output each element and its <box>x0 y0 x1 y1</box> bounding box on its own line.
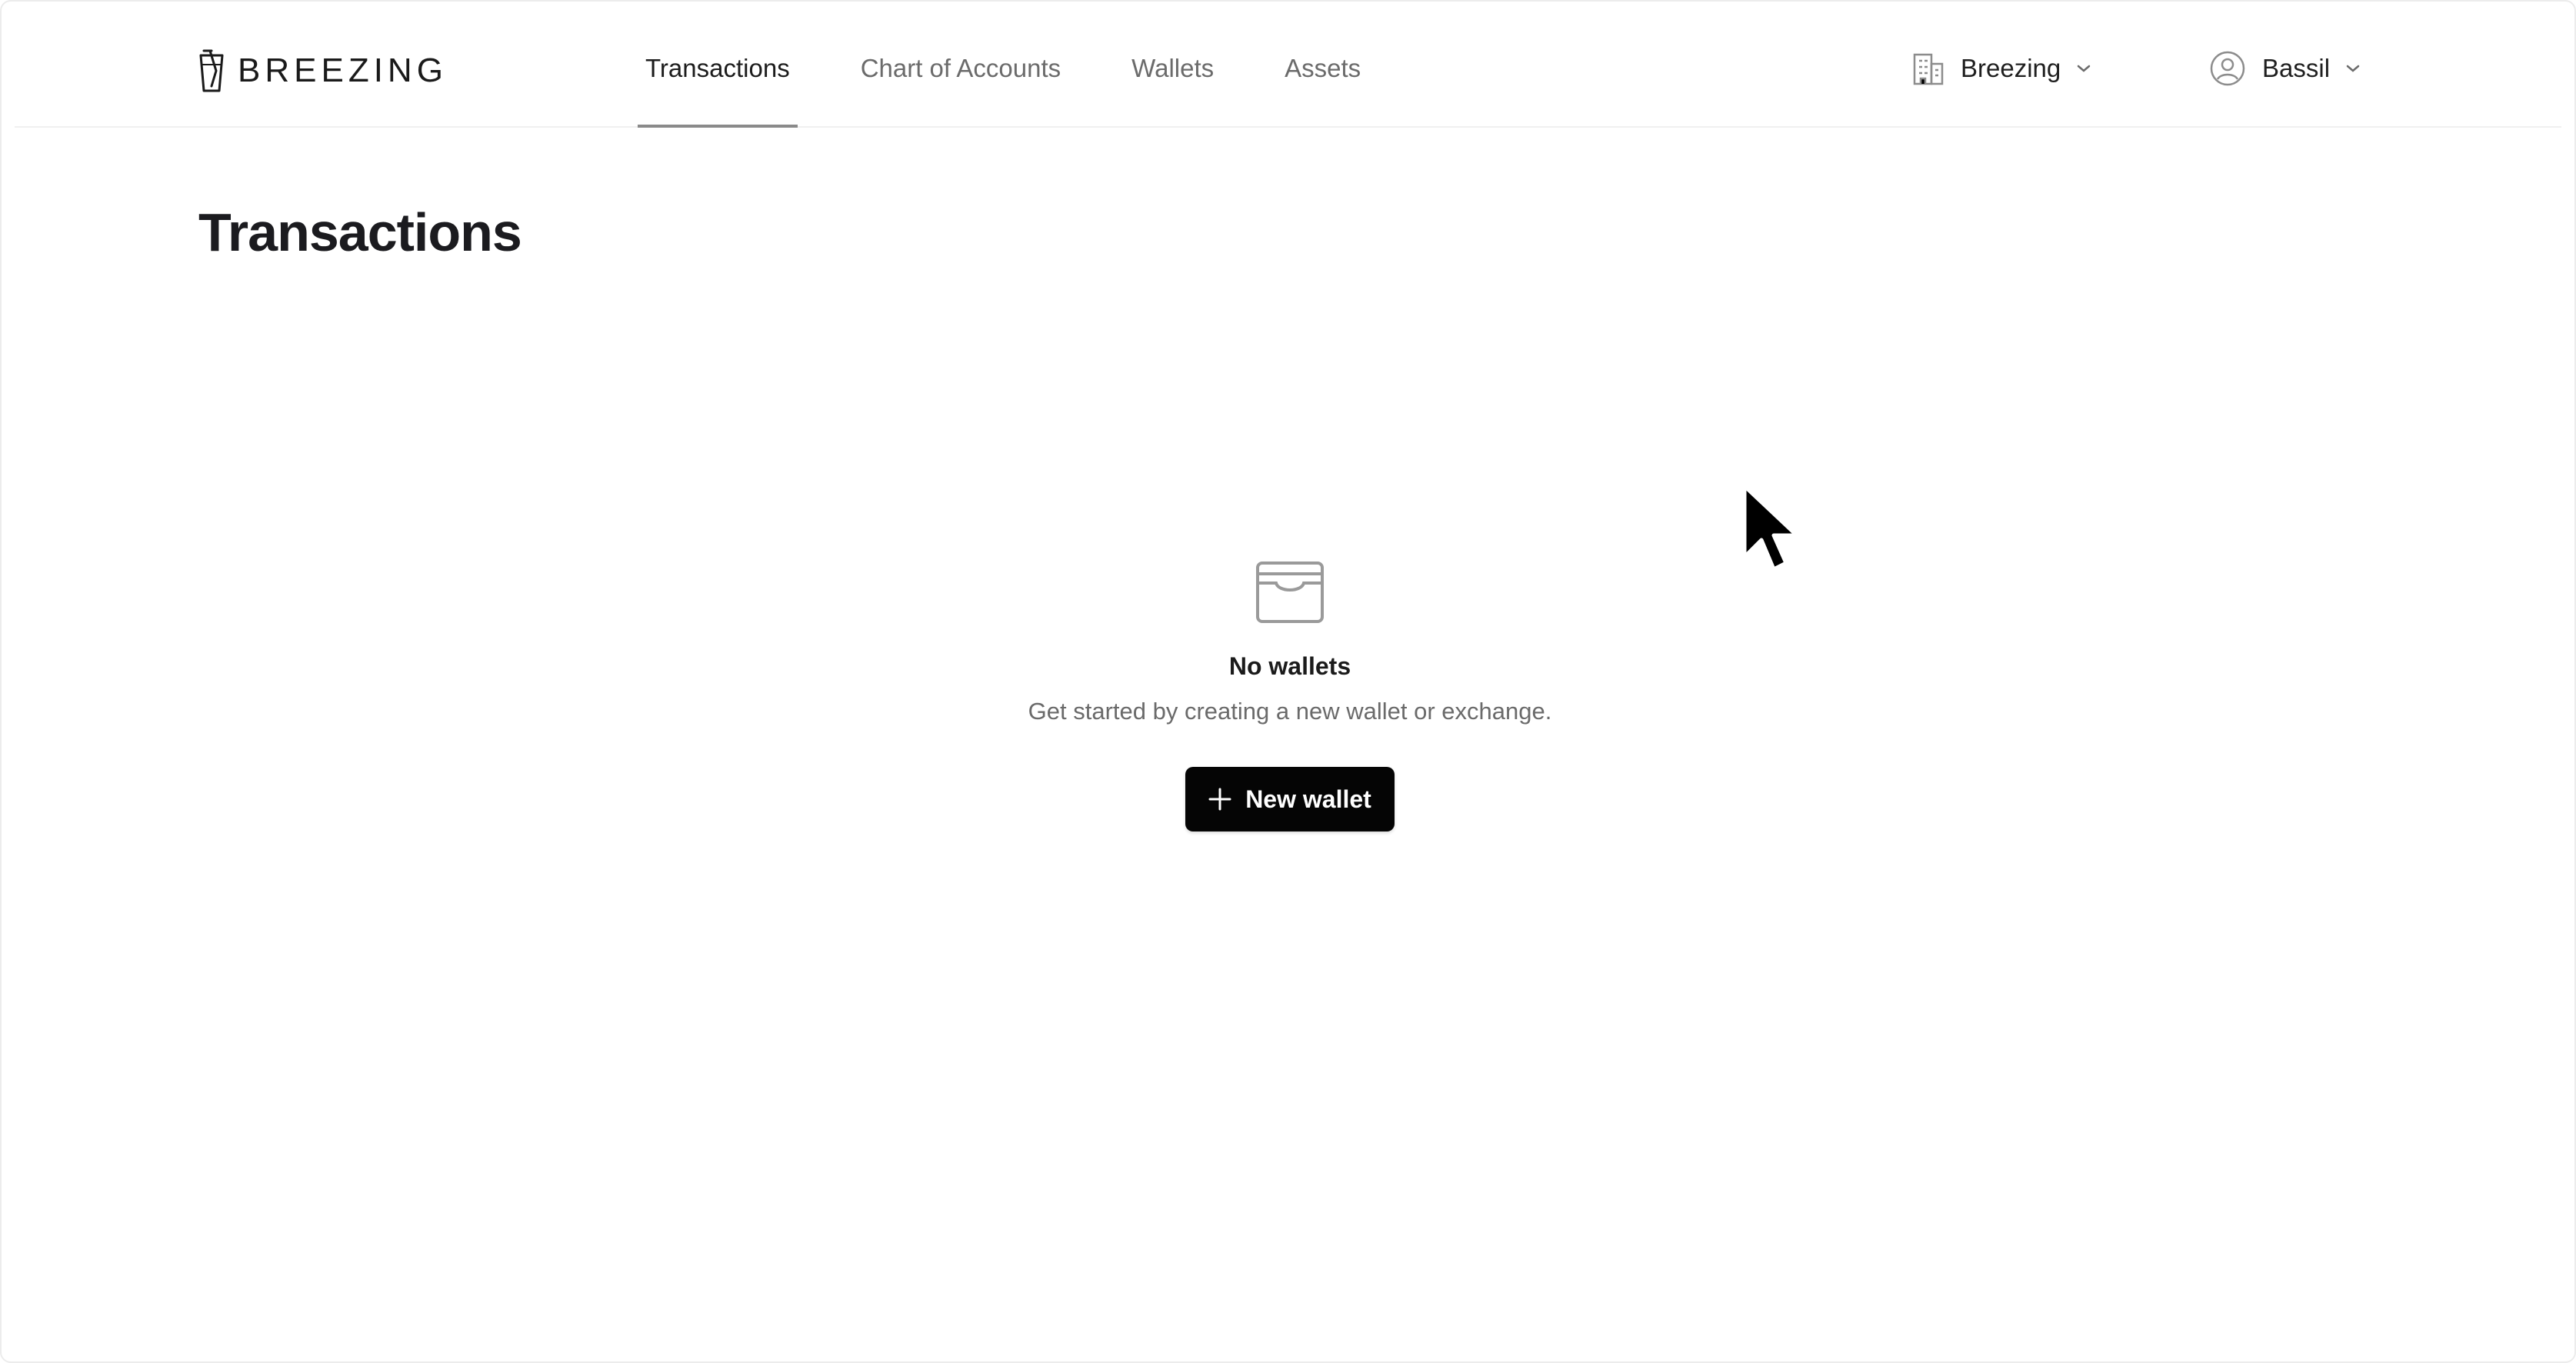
chevron-down-icon <box>2346 65 2360 72</box>
nav-tab-assets[interactable]: Assets <box>1277 11 1368 126</box>
nav-tab-label: Chart of Accounts <box>860 54 1061 82</box>
organization-name: Breezing <box>1961 54 2061 82</box>
user-name: Bassil <box>2262 54 2331 82</box>
nav-tab-label: Assets <box>1285 54 1361 82</box>
nav-tab-label: Transactions <box>645 54 790 82</box>
chevron-down-icon <box>2078 65 2091 72</box>
mouse-cursor-icon <box>1742 484 1799 572</box>
nav-tab-transactions[interactable]: Transactions <box>638 11 798 128</box>
building-icon <box>1913 53 1944 85</box>
empty-state-title: No wallets <box>1228 652 1351 680</box>
nav-tab-wallets[interactable]: Wallets <box>1124 11 1221 126</box>
organization-switcher[interactable]: Breezing <box>1911 11 2091 126</box>
app-window: BREEZING Transactions Chart of Accounts … <box>0 0 2576 1363</box>
new-wallet-button-label: New wallet <box>1245 785 1371 813</box>
nav-tab-chart-of-accounts[interactable]: Chart of Accounts <box>853 11 1068 126</box>
brand-name: BREEZING <box>238 52 448 89</box>
main-nav: Transactions Chart of Accounts Wallets A… <box>638 11 1424 128</box>
breezing-logo-icon <box>199 49 224 92</box>
new-wallet-button[interactable]: New wallet <box>1185 767 1395 831</box>
page-title: Transactions <box>198 202 522 262</box>
brand-logo[interactable]: BREEZING <box>196 43 448 98</box>
wallet-icon <box>1256 562 1324 623</box>
user-circle-icon <box>2210 51 2245 86</box>
nav-tab-label: Wallets <box>1131 54 1215 82</box>
empty-state: No wallets Get started by creating a new… <box>848 555 1732 831</box>
user-menu[interactable]: Bassil <box>2208 11 2361 126</box>
top-navigation-bar: BREEZING Transactions Chart of Accounts … <box>15 11 2561 128</box>
plus-icon <box>1208 788 1231 811</box>
empty-state-description: Get started by creating a new wallet or … <box>1028 698 1552 725</box>
